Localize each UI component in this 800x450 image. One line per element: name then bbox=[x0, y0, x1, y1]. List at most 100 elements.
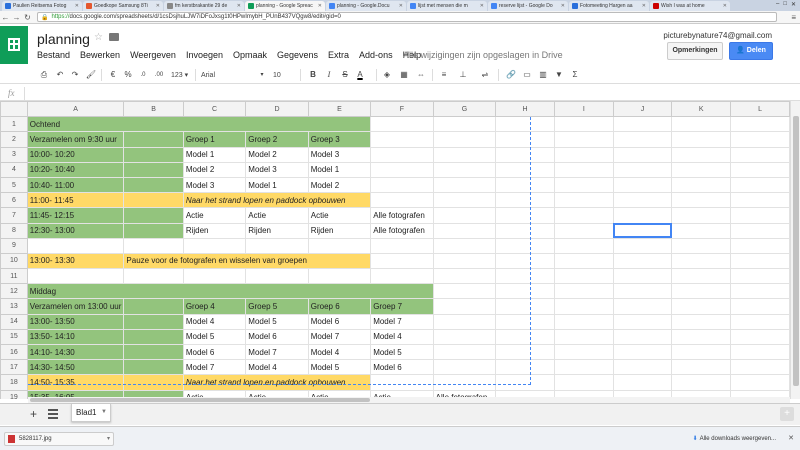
undo-icon[interactable]: ↶ bbox=[54, 69, 66, 81]
percent-format-button[interactable]: % bbox=[122, 69, 134, 81]
cell[interactable]: Model 1 bbox=[307, 161, 372, 178]
reload-icon[interactable]: ↻ bbox=[22, 13, 33, 22]
cell[interactable]: Model 3 bbox=[182, 176, 247, 194]
cell[interactable] bbox=[26, 268, 125, 285]
cell[interactable]: Middag bbox=[26, 283, 434, 300]
cell[interactable] bbox=[612, 131, 673, 148]
row-header[interactable]: 4 bbox=[0, 161, 28, 178]
cell[interactable] bbox=[671, 207, 732, 224]
cell[interactable] bbox=[432, 237, 497, 254]
cell[interactable] bbox=[495, 359, 555, 376]
font-dropdown-arrow-icon[interactable]: ▾ bbox=[258, 69, 266, 81]
close-tab-icon[interactable]: ✕ bbox=[237, 3, 241, 9]
column-header[interactable]: L bbox=[730, 101, 790, 118]
cell[interactable] bbox=[432, 343, 497, 361]
browser-tab[interactable]: Wish I was at home ✕ bbox=[650, 1, 730, 11]
cell[interactable]: Model 6 bbox=[245, 328, 309, 346]
cell[interactable]: Model 7 bbox=[245, 343, 309, 361]
cell[interactable] bbox=[671, 359, 732, 376]
cell[interactable]: Model 7 bbox=[182, 359, 247, 376]
browser-tab[interactable]: planning - Google.Docu ✕ bbox=[326, 1, 406, 11]
cell[interactable] bbox=[612, 283, 673, 300]
cell[interactable] bbox=[370, 374, 434, 391]
close-tab-icon[interactable]: ✕ bbox=[561, 3, 565, 9]
cell[interactable]: Rijden bbox=[307, 222, 372, 239]
browser-menu-icon[interactable]: ≡ bbox=[791, 13, 796, 22]
cell[interactable] bbox=[612, 343, 673, 361]
cell[interactable] bbox=[123, 313, 184, 330]
cell[interactable] bbox=[554, 222, 614, 239]
cell[interactable] bbox=[432, 268, 497, 285]
browser-tab[interactable]: Fotomeeting Hargen aa ✕ bbox=[569, 1, 649, 11]
row-header[interactable]: 15 bbox=[0, 328, 28, 346]
row-header[interactable]: 7 bbox=[0, 207, 28, 224]
cell[interactable] bbox=[432, 161, 497, 178]
cell[interactable] bbox=[432, 313, 497, 330]
cell[interactable] bbox=[730, 374, 790, 391]
cell[interactable]: Model 3 bbox=[307, 146, 372, 163]
show-all-downloads-link[interactable]: ⬇ Alle downloads weergeven... bbox=[693, 435, 776, 442]
column-header[interactable]: E bbox=[307, 101, 372, 118]
row-header[interactable]: 14 bbox=[0, 313, 28, 330]
cell[interactable] bbox=[730, 192, 790, 209]
insert-link-icon[interactable]: 🔗 bbox=[505, 69, 517, 81]
maximize-icon[interactable]: □ bbox=[783, 1, 787, 8]
cell[interactable] bbox=[182, 237, 247, 254]
cell[interactable] bbox=[432, 222, 497, 239]
cell[interactable]: Groep 4 bbox=[182, 298, 247, 315]
cell[interactable] bbox=[370, 176, 434, 194]
close-tab-icon[interactable]: ✕ bbox=[318, 3, 322, 9]
cell[interactable] bbox=[554, 298, 614, 315]
cell[interactable] bbox=[730, 176, 790, 194]
cell[interactable]: Groep 5 bbox=[245, 298, 309, 315]
cell[interactable]: Alle fotografen bbox=[370, 222, 434, 239]
cell[interactable] bbox=[432, 283, 497, 300]
cell[interactable]: Groep 1 bbox=[182, 131, 247, 148]
cell[interactable]: 14:30- 14:50 bbox=[26, 359, 125, 376]
back-icon[interactable]: ← bbox=[0, 13, 11, 22]
cell[interactable] bbox=[554, 359, 614, 376]
column-header[interactable]: C bbox=[182, 101, 247, 118]
cell[interactable]: Alle fotografen bbox=[370, 207, 434, 224]
cell[interactable]: Verzamelen om 9:30 uur bbox=[26, 131, 125, 148]
cell[interactable] bbox=[612, 146, 673, 163]
cell[interactable] bbox=[612, 192, 673, 209]
cell[interactable] bbox=[671, 343, 732, 361]
row-header[interactable]: 19 bbox=[0, 389, 28, 399]
forward-icon[interactable]: → bbox=[11, 13, 22, 22]
cell[interactable] bbox=[495, 192, 555, 209]
cell[interactable] bbox=[245, 237, 309, 254]
formula-bar[interactable]: fx bbox=[0, 86, 800, 101]
sheet-tab-dropdown-icon[interactable]: ▼ bbox=[101, 404, 107, 421]
cell[interactable]: Rijden bbox=[245, 222, 309, 239]
cell[interactable] bbox=[612, 313, 673, 330]
cell[interactable] bbox=[495, 161, 555, 178]
cell[interactable] bbox=[730, 161, 790, 178]
redo-icon[interactable]: ↷ bbox=[69, 69, 81, 81]
borders-icon[interactable]: ▦ bbox=[398, 69, 410, 81]
cell[interactable] bbox=[432, 252, 497, 270]
cell[interactable]: 11:00- 11:45 bbox=[26, 192, 125, 209]
cell[interactable] bbox=[671, 268, 732, 285]
cell[interactable]: Pauze voor de fotografen en wisselen van… bbox=[123, 252, 372, 270]
cell[interactable]: 13:00- 13:30 bbox=[26, 252, 125, 270]
cell[interactable]: Model 2 bbox=[182, 161, 247, 178]
cell[interactable] bbox=[495, 237, 555, 254]
cell[interactable] bbox=[671, 222, 732, 239]
cell[interactable] bbox=[123, 207, 184, 224]
text-color-button[interactable]: A bbox=[355, 69, 365, 81]
cell[interactable] bbox=[432, 359, 497, 376]
row-header[interactable]: 9 bbox=[0, 237, 28, 254]
cell[interactable] bbox=[730, 328, 790, 346]
cell[interactable] bbox=[495, 374, 555, 391]
sheets-logo[interactable] bbox=[0, 26, 28, 64]
cell[interactable] bbox=[671, 328, 732, 346]
cell[interactable] bbox=[554, 252, 614, 270]
cell[interactable]: Model 2 bbox=[307, 176, 372, 194]
cell[interactable]: Groep 7 bbox=[370, 298, 434, 315]
browser-tab[interactable]: Paulien Reitsema Fotog ✕ bbox=[2, 1, 82, 11]
column-header[interactable]: J bbox=[612, 101, 673, 118]
cell[interactable] bbox=[495, 328, 555, 346]
cell[interactable]: Model 6 bbox=[307, 313, 372, 330]
cell[interactable] bbox=[370, 161, 434, 178]
